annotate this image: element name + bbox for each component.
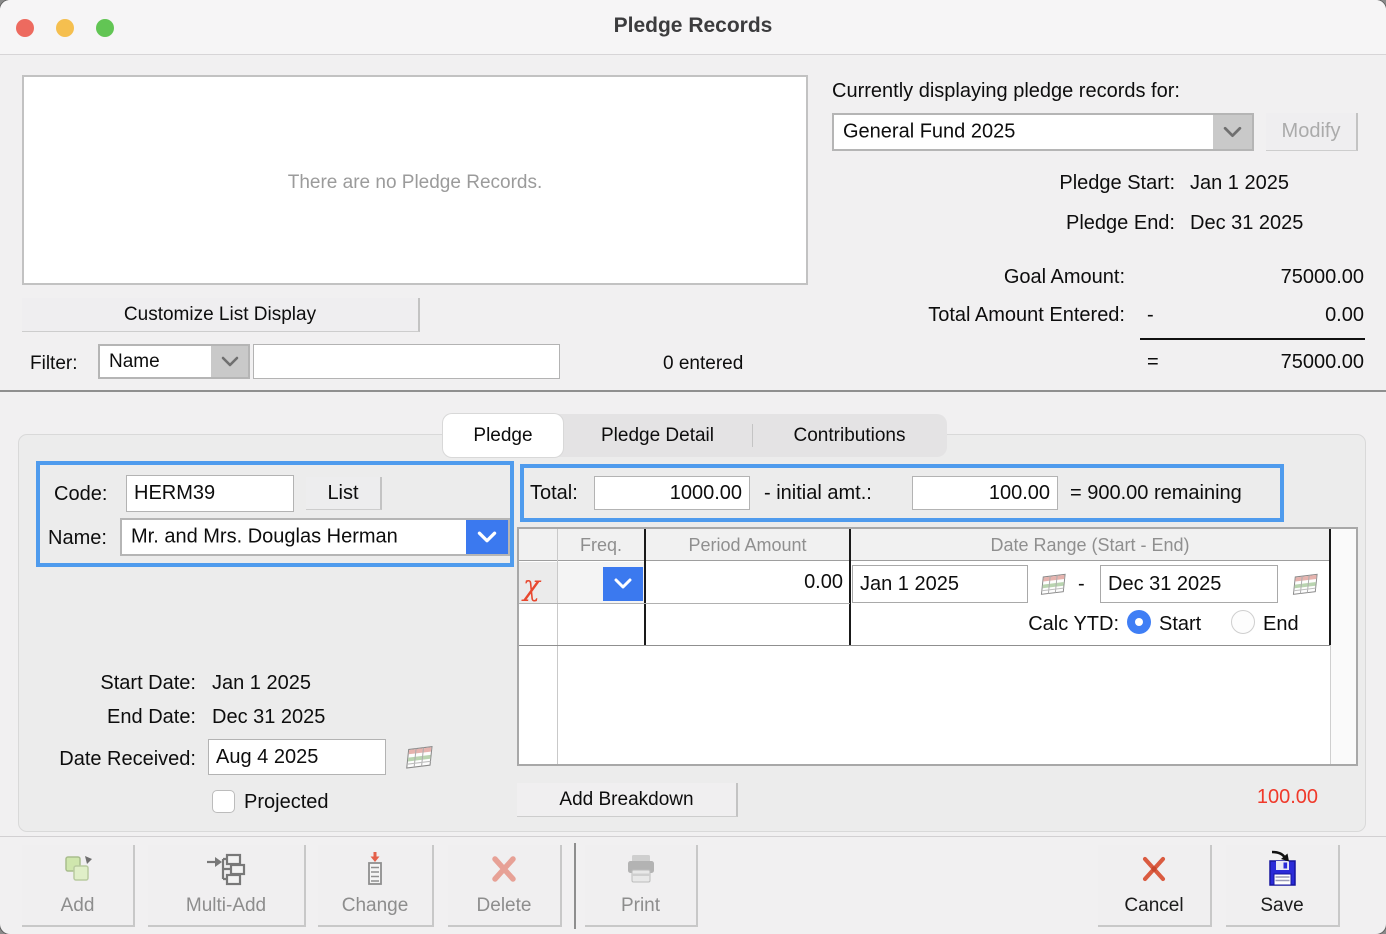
column-rule — [849, 529, 851, 645]
chevron-down-icon[interactable] — [1213, 115, 1252, 149]
total-entered-value: 0.00 — [1325, 304, 1364, 327]
row-rule — [519, 603, 850, 604]
filter-label: Filter: — [30, 353, 78, 375]
window-title: Pledge Records — [0, 14, 1386, 38]
start-date-value: Jan 1 2025 — [212, 672, 311, 695]
calc-ytd-start-label: Start — [1159, 613, 1201, 636]
minus-sign: - — [1147, 304, 1154, 327]
calendar-icon[interactable] — [402, 745, 434, 776]
multi-add-button[interactable]: Multi-Add — [148, 845, 306, 927]
name-selected: Mr. and Mrs. Douglas Herman — [131, 526, 398, 549]
pledge-end-value: Dec 31 2025 — [1190, 212, 1303, 235]
multi-add-icon — [148, 849, 304, 889]
column-header-range: Date Range (Start - End) — [850, 535, 1330, 556]
row-rule — [519, 645, 1330, 646]
add-breakdown-button[interactable]: Add Breakdown — [517, 783, 738, 817]
breakdown-total-value: 100.00 — [1257, 786, 1318, 809]
tab-pledge-detail[interactable]: Pledge Detail — [563, 414, 752, 457]
fund-selected: General Fund 2025 — [843, 121, 1015, 144]
date-received-label: Date Received: — [59, 748, 196, 771]
total-input[interactable] — [594, 476, 750, 510]
initial-amount-input[interactable] — [912, 476, 1058, 510]
name-label: Name: — [48, 527, 107, 550]
column-rule — [1329, 529, 1331, 645]
add-records-icon — [22, 849, 133, 889]
breakdown-table: Freq. Period Amount Date Range (Start - … — [517, 527, 1358, 766]
freq-dropdown-button[interactable] — [603, 567, 643, 601]
donor-highlight-box: Code: List Name: Mr. and Mrs. Douglas He… — [36, 461, 514, 567]
pledge-record-list[interactable]: There are no Pledge Records. — [22, 75, 808, 285]
displaying-label: Currently displaying pledge records for: — [832, 80, 1180, 103]
column-header-freq: Freq. — [557, 535, 645, 556]
chevron-down-icon[interactable] — [466, 520, 508, 554]
change-button[interactable]: Change — [318, 845, 434, 927]
section-divider — [0, 390, 1386, 392]
tab-bar: Pledge Pledge Detail Contributions — [443, 414, 947, 457]
tab-contributions[interactable]: Contributions — [753, 414, 946, 457]
sum-rule — [1140, 338, 1365, 340]
pledge-start-label: Pledge Start: — [1059, 172, 1175, 195]
projected-checkbox[interactable] — [212, 790, 235, 813]
delete-button[interactable]: Delete — [448, 845, 562, 927]
add-button[interactable]: Add — [22, 845, 135, 927]
net-remaining-value: 75000.00 — [1281, 351, 1364, 374]
goal-amount-label: Goal Amount: — [1004, 266, 1125, 289]
total-label: Total: — [530, 482, 578, 505]
delete-x-icon — [448, 849, 560, 889]
customize-list-display-button[interactable]: Customize List Display — [22, 298, 420, 332]
table-scroll-gutter[interactable] — [1330, 529, 1356, 764]
period-amount-value[interactable]: 0.00 — [645, 571, 843, 594]
print-button[interactable]: Print — [585, 845, 698, 927]
calendar-icon[interactable] — [1037, 573, 1067, 602]
pledge-records-window: Pledge Records There are no Pledge Recor… — [0, 0, 1386, 934]
empty-list-message: There are no Pledge Records. — [24, 172, 806, 194]
date-range-dash: - — [1078, 573, 1085, 596]
equals-sign: = — [1147, 351, 1159, 374]
remaining-text: = 900.00 remaining — [1070, 482, 1242, 505]
fund-select[interactable]: General Fund 2025 — [832, 113, 1254, 151]
code-input[interactable] — [126, 475, 294, 512]
save-button[interactable]: Save — [1226, 845, 1340, 927]
code-label: Code: — [54, 483, 107, 506]
filter-text-input[interactable] — [253, 344, 560, 379]
name-select[interactable]: Mr. and Mrs. Douglas Herman — [120, 518, 510, 556]
total-highlight-box: Total: - initial amt.: = 900.00 remainin… — [520, 464, 1284, 522]
total-entered-label: Total Amount Entered: — [928, 304, 1125, 327]
pledge-start-value: Jan 1 2025 — [1190, 172, 1289, 195]
printer-icon — [585, 849, 696, 889]
filter-field-selected: Name — [109, 351, 160, 373]
calc-ytd-end-label: End — [1263, 613, 1299, 636]
cancel-button[interactable]: Cancel — [1098, 845, 1212, 927]
save-disk-icon — [1226, 849, 1338, 889]
end-date-value: Dec 31 2025 — [212, 706, 325, 729]
projected-label: Projected — [244, 791, 329, 814]
chevron-down-icon — [614, 578, 632, 590]
toolbar-separator — [574, 843, 576, 929]
remove-row-icon[interactable]: χ — [523, 569, 540, 602]
initial-amount-label: - initial amt.: — [764, 482, 872, 505]
calc-ytd-end-radio[interactable] — [1231, 610, 1255, 634]
chevron-down-icon[interactable] — [211, 346, 248, 377]
goal-amount-value: 75000.00 — [1281, 266, 1364, 289]
cancel-x-icon — [1098, 849, 1210, 889]
column-header-amount: Period Amount — [645, 535, 850, 556]
pledge-end-label: Pledge End: — [1066, 212, 1175, 235]
title-bar: Pledge Records — [0, 0, 1386, 55]
calendar-icon[interactable] — [1289, 573, 1319, 602]
entered-count: 0 entered — [663, 353, 743, 375]
end-date-label: End Date: — [107, 706, 196, 729]
list-button[interactable]: List — [306, 477, 382, 510]
modify-button[interactable]: Modify — [1266, 113, 1358, 151]
column-rule — [557, 529, 558, 764]
date-start-input[interactable] — [852, 565, 1028, 603]
toolbar-divider — [0, 836, 1386, 837]
tab-pledge[interactable]: Pledge — [443, 414, 563, 457]
date-received-input[interactable] — [208, 739, 386, 775]
filter-field-select[interactable]: Name — [98, 344, 250, 379]
start-date-label: Start Date: — [100, 672, 196, 695]
change-record-icon — [318, 849, 432, 889]
date-end-input[interactable] — [1100, 565, 1278, 603]
calc-ytd-label: Calc YTD: — [997, 613, 1119, 636]
calc-ytd-start-radio[interactable] — [1127, 610, 1151, 634]
